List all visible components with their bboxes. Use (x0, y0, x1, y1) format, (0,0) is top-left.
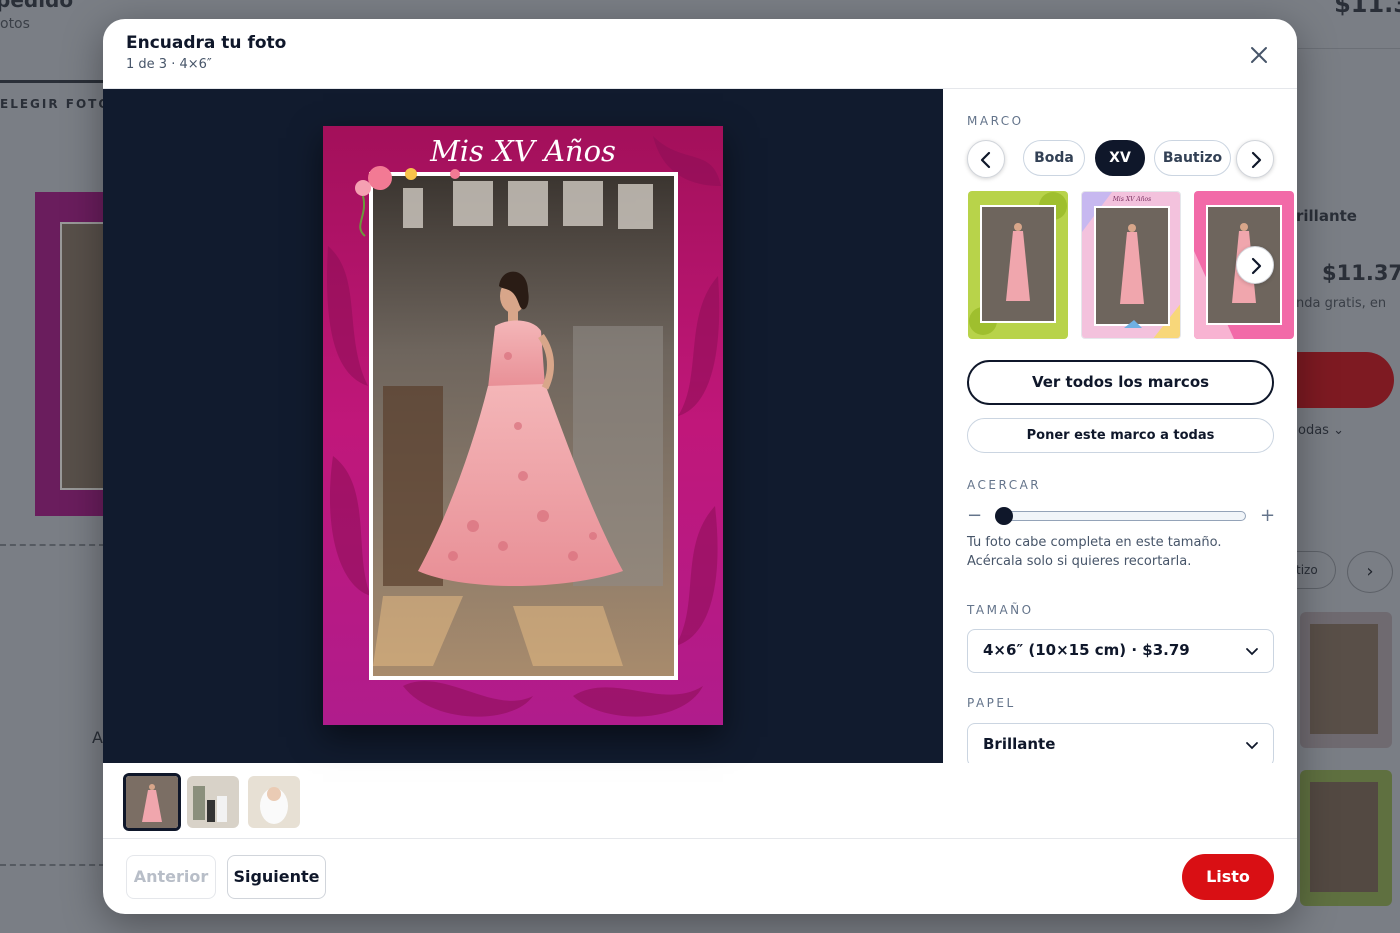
tamano-section-label: TAMAÑO (967, 603, 1034, 617)
papel-section-label: PAPEL (967, 696, 1016, 710)
close-button[interactable] (1243, 39, 1275, 71)
frame-thumb-caption: Mis XV Años (1112, 196, 1151, 203)
bg-chevron-right-icon: › (1347, 551, 1393, 593)
marco-section-label: MARCO (967, 114, 1024, 128)
bg-total-price: $11.3 (1334, 0, 1400, 18)
bg-todas-label: odas (1298, 423, 1329, 438)
frame-thumb-xv-pastel[interactable]: Mis XV Años (1081, 191, 1181, 339)
modal-header: Encuadra tu foto 1 de 3 · 4×6″ (103, 19, 1297, 89)
close-icon (1251, 47, 1267, 63)
chip-xv[interactable]: XV (1095, 140, 1145, 176)
filmstrip-thumb-1[interactable] (123, 773, 181, 831)
frame-caption: Mis XV Años (429, 134, 616, 168)
acercar-section-label: ACERCAR (967, 478, 1042, 492)
bg-header-divider (1298, 48, 1400, 49)
bg-todas-link: odas ⌄ (1298, 423, 1344, 438)
frames-next-button[interactable] (1236, 246, 1274, 284)
zoom-slider-handle[interactable] (995, 507, 1013, 525)
edit-sidebar: MARCO Boda XV Bautizo Mis XV Años Ver to… (943, 89, 1297, 763)
photo-stage[interactable]: Mis XV Años (103, 89, 943, 763)
size-select[interactable]: 4×6″ (10×15 cm) · $3.79 (967, 629, 1274, 673)
bg-frame-thumb (1300, 770, 1392, 906)
chevron-left-icon (980, 151, 991, 169)
chip-bautizo[interactable]: Bautizo (1154, 140, 1231, 176)
bg-cta-button (1296, 352, 1394, 408)
chevron-down-icon (1246, 648, 1258, 656)
bg-letter: A (92, 728, 103, 747)
photo-filmstrip (103, 763, 1297, 839)
chevron-right-icon (1251, 257, 1262, 275)
bg-dashed-divider (0, 864, 105, 866)
bg-step-underline (0, 80, 110, 83)
zoom-hint-text: Tu foto cabe completa en este tamaño. Ac… (967, 535, 1222, 569)
filmstrip-thumb-image (248, 776, 300, 828)
paper-select-value: Brillante (983, 735, 1056, 753)
previous-button[interactable]: Anterior (126, 855, 216, 899)
bg-page-title: pedido (0, 0, 74, 12)
modal-footer: Anterior Siguiente Listo (103, 839, 1297, 914)
view-all-frames-button[interactable]: Ver todos los marcos (967, 360, 1274, 405)
modal-subtitle: 1 de 3 · 4×6″ (126, 57, 212, 72)
chevron-down-icon (1246, 742, 1258, 750)
zoom-slider-track[interactable] (995, 511, 1246, 521)
done-button[interactable]: Listo (1182, 854, 1274, 900)
filmstrip-thumb-2[interactable] (187, 776, 239, 828)
filmstrip-thumb-image (187, 776, 239, 828)
zoom-in-button[interactable]: + (1260, 505, 1275, 526)
modal-title: Encuadra tu foto (126, 33, 287, 53)
filmstrip-thumb-image (126, 776, 178, 828)
chevron-right-icon (1251, 151, 1262, 169)
bg-item-price: $11.37 (1322, 261, 1400, 285)
xv-frame-artwork: Mis XV Años (323, 126, 723, 725)
bg-frame-thumb (1300, 612, 1392, 748)
bg-shipping-note: nda gratis, en (1296, 296, 1387, 311)
crop-photo-modal: Encuadra tu foto 1 de 3 · 4×6″ Mis XV Añ… (103, 19, 1297, 914)
paper-select[interactable]: Brillante (967, 723, 1274, 763)
framed-photo[interactable]: Mis XV Años (323, 126, 723, 725)
zoom-out-button[interactable]: − (967, 505, 982, 526)
filmstrip-thumb-3[interactable] (248, 776, 300, 828)
chips-prev-button[interactable] (967, 140, 1005, 178)
bg-paper-name: rillante (1296, 207, 1357, 225)
chips-next-button[interactable] (1236, 140, 1274, 178)
frame-thumb-image (968, 191, 1068, 339)
bg-dashed-divider (0, 544, 105, 546)
frame-thumb-image: Mis XV Años (1082, 192, 1180, 338)
chip-boda[interactable]: Boda (1023, 140, 1085, 176)
next-button[interactable]: Siguiente (227, 855, 326, 899)
frame-thumb-floral-green[interactable] (968, 191, 1068, 339)
apply-frame-all-button[interactable]: Poner este marco a todas (967, 418, 1274, 453)
size-select-value: 4×6″ (10×15 cm) · $3.79 (983, 641, 1190, 659)
bg-photo-card-image (60, 222, 105, 490)
bg-page-subtitle: otos (0, 16, 30, 32)
